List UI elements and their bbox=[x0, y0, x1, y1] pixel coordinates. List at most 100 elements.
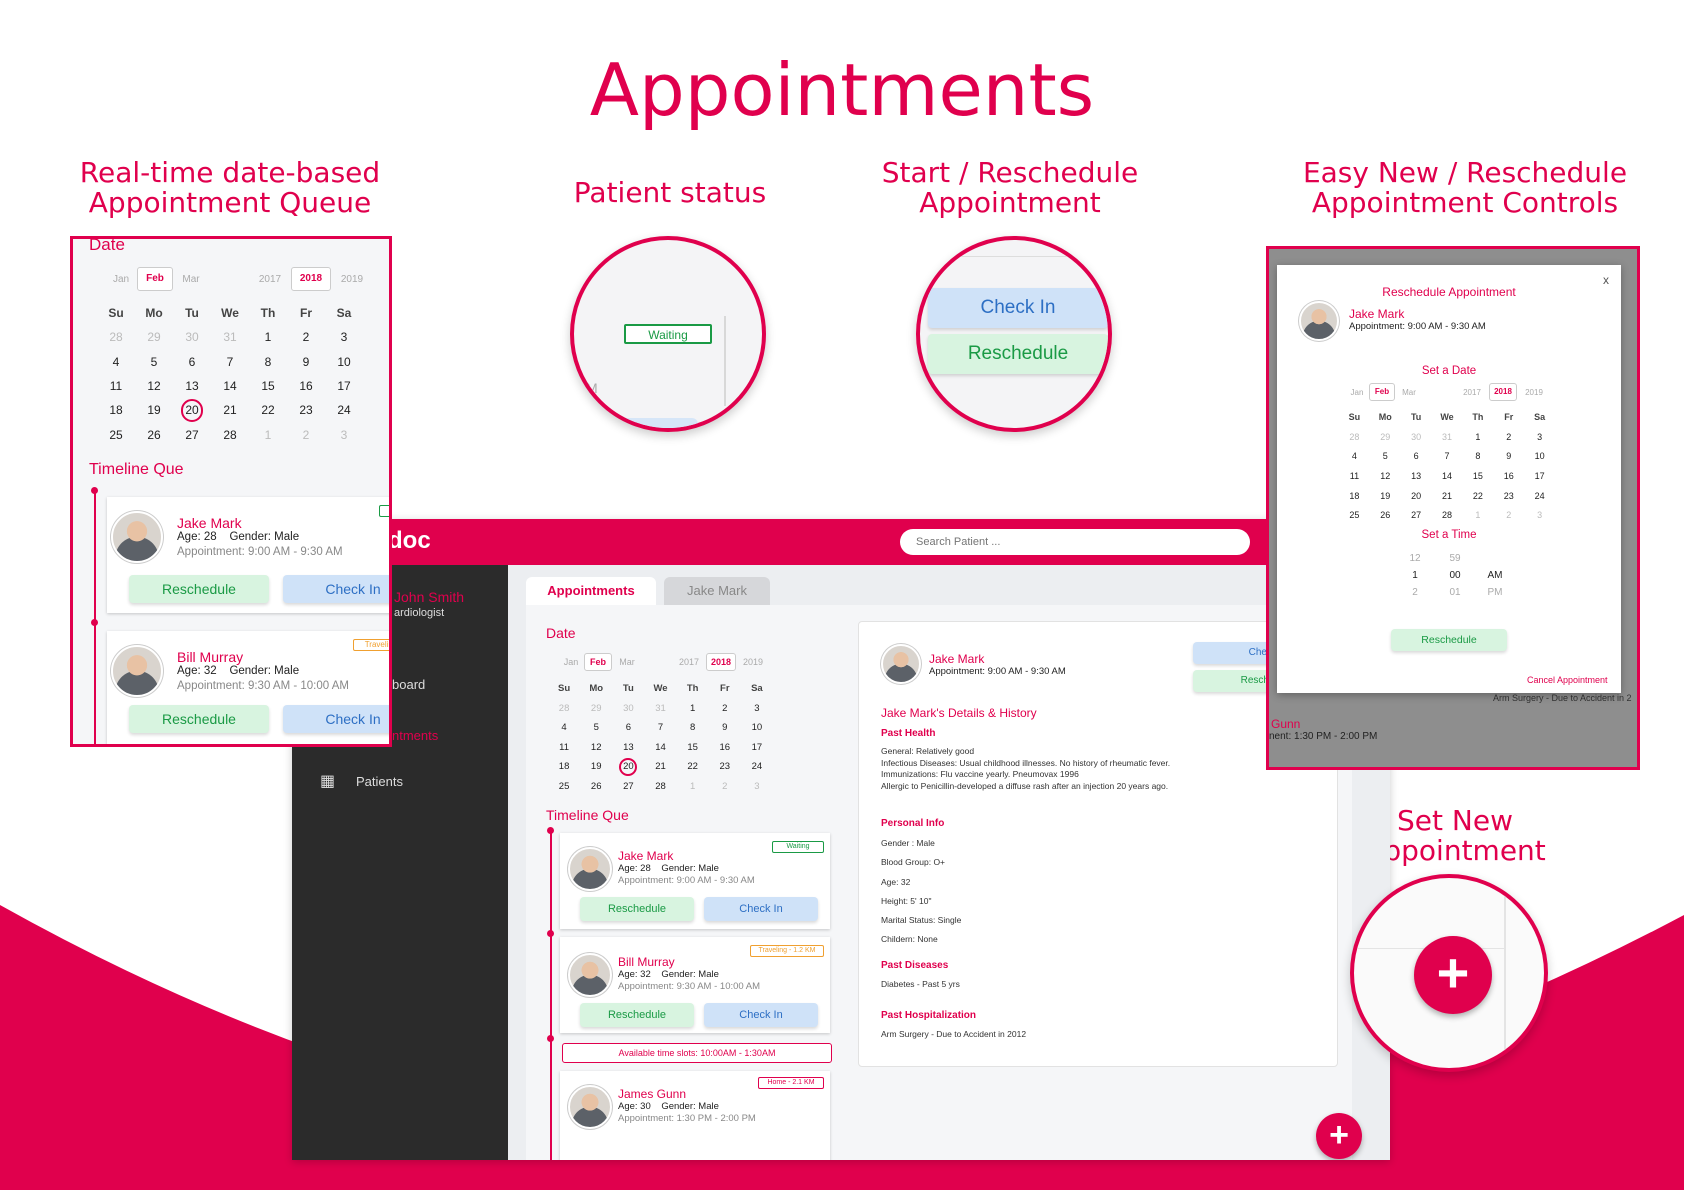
calendar-day[interactable]: 1 bbox=[677, 777, 709, 797]
calendar-day[interactable]: 2 bbox=[287, 422, 325, 446]
calendar-day[interactable]: 21 bbox=[211, 398, 249, 422]
calendar-day[interactable]: 20 bbox=[1401, 486, 1432, 506]
calendar-day[interactable]: 30 bbox=[1401, 427, 1432, 447]
calendar-day[interactable]: 10 bbox=[1524, 446, 1555, 466]
calendar-day[interactable]: 20 bbox=[173, 398, 211, 422]
month-mar[interactable]: Mar bbox=[612, 657, 642, 667]
calendar-day[interactable]: 15 bbox=[1462, 466, 1493, 486]
month-feb[interactable]: Feb bbox=[137, 267, 173, 291]
calendar-day[interactable]: 29 bbox=[135, 325, 173, 349]
reschedule-button[interactable]: Reschedule bbox=[580, 1003, 694, 1027]
calendar-day[interactable]: 21 bbox=[644, 757, 676, 777]
calendar-day[interactable]: 27 bbox=[1401, 505, 1432, 525]
calendar-day[interactable]: 6 bbox=[1401, 446, 1432, 466]
calendar-day[interactable]: 22 bbox=[1462, 486, 1493, 506]
calendar-day[interactable]: 14 bbox=[644, 738, 676, 758]
year-2017[interactable]: 2017 bbox=[1455, 388, 1489, 397]
calendar-day[interactable]: 11 bbox=[548, 738, 580, 758]
year-2019[interactable]: 2019 bbox=[1517, 388, 1551, 397]
calendar-day[interactable]: 8 bbox=[249, 350, 287, 374]
available-slots[interactable]: Available time slots: 10:00AM - 1:30AM bbox=[562, 1043, 832, 1063]
calendar-day[interactable]: 27 bbox=[173, 422, 211, 446]
calendar-day[interactable]: 17 bbox=[741, 738, 773, 758]
calendar-day[interactable]: 18 bbox=[1339, 486, 1370, 506]
nav-appointments[interactable]: ntments bbox=[392, 728, 438, 743]
calendar-day[interactable]: 31 bbox=[644, 699, 676, 719]
calendar-day[interactable]: 28 bbox=[1432, 505, 1463, 525]
add-appointment-button[interactable]: + bbox=[1316, 1113, 1362, 1159]
calendar-day[interactable]: 8 bbox=[677, 718, 709, 738]
reschedule-button[interactable]: Reschedule bbox=[928, 334, 1108, 374]
calendar-day[interactable]: 13 bbox=[612, 738, 644, 758]
calendar-day[interactable]: 3 bbox=[1524, 427, 1555, 447]
calendar-day[interactable]: 25 bbox=[1339, 505, 1370, 525]
calendar-day[interactable]: 2 bbox=[709, 777, 741, 797]
reschedule-button[interactable]: Reschedule bbox=[580, 897, 694, 921]
calendar-day[interactable]: 7 bbox=[211, 350, 249, 374]
calendar-day[interactable]: 9 bbox=[709, 718, 741, 738]
calendar-day[interactable]: 10 bbox=[325, 350, 363, 374]
calendar-day[interactable]: 24 bbox=[1524, 486, 1555, 506]
calendar-day[interactable]: 30 bbox=[173, 325, 211, 349]
calendar-day[interactable]: 3 bbox=[741, 699, 773, 719]
calendar-day[interactable]: 15 bbox=[249, 374, 287, 398]
calendar-day[interactable]: 28 bbox=[548, 699, 580, 719]
calendar-day[interactable]: 1 bbox=[249, 422, 287, 446]
year-2018[interactable]: 2018 bbox=[291, 267, 331, 291]
month-jan[interactable]: Jan bbox=[558, 657, 584, 667]
appointment-card[interactable]: Jake Mark Age: 28 Gender: Male Appointme… bbox=[560, 833, 830, 929]
calendar-day[interactable]: 27 bbox=[612, 777, 644, 797]
calendar-day[interactable]: 17 bbox=[1524, 466, 1555, 486]
calendar-day[interactable]: 19 bbox=[135, 398, 173, 422]
calendar-day[interactable]: 1 bbox=[249, 325, 287, 349]
month-mar[interactable]: Mar bbox=[173, 274, 209, 285]
calendar-day[interactable]: 22 bbox=[249, 398, 287, 422]
calendar-day[interactable]: 31 bbox=[1432, 427, 1463, 447]
year-2019[interactable]: 2019 bbox=[736, 657, 770, 667]
calendar-day[interactable]: 18 bbox=[97, 398, 135, 422]
calendar-day[interactable]: 12 bbox=[1370, 466, 1401, 486]
calendar-day[interactable]: 1 bbox=[1462, 505, 1493, 525]
calendar-day[interactable]: 21 bbox=[1432, 486, 1463, 506]
calendar-day[interactable]: 9 bbox=[1493, 446, 1524, 466]
tab-jake-mark[interactable]: Jake Mark bbox=[664, 577, 770, 605]
calendar-day[interactable]: 11 bbox=[97, 374, 135, 398]
calendar-day[interactable]: 4 bbox=[97, 350, 135, 374]
calendar-day[interactable]: 28 bbox=[211, 422, 249, 446]
calendar-day[interactable]: 31 bbox=[211, 325, 249, 349]
month-feb[interactable]: Feb bbox=[584, 653, 612, 671]
calendar-day[interactable]: 28 bbox=[97, 325, 135, 349]
calendar-day[interactable]: 16 bbox=[1493, 466, 1524, 486]
year-2018[interactable]: 2018 bbox=[706, 653, 736, 671]
calendar-day[interactable]: 2 bbox=[1493, 505, 1524, 525]
month-jan[interactable]: Jan bbox=[105, 274, 137, 285]
appointment-card[interactable]: Bill Murray Age: 32 Gender: Male Appoint… bbox=[560, 937, 830, 1033]
calendar-day[interactable]: 2 bbox=[709, 699, 741, 719]
calendar-day[interactable]: 5 bbox=[135, 350, 173, 374]
calendar-day[interactable]: 8 bbox=[1462, 446, 1493, 466]
calendar-day[interactable]: 4 bbox=[548, 718, 580, 738]
calendar-day[interactable]: 7 bbox=[1432, 446, 1463, 466]
calendar-day[interactable]: 23 bbox=[709, 757, 741, 777]
check-in-button[interactable]: Check In bbox=[283, 705, 389, 733]
search-input[interactable] bbox=[900, 529, 1250, 555]
calendar-day[interactable]: 4 bbox=[1339, 446, 1370, 466]
calendar-day[interactable]: 10 bbox=[741, 718, 773, 738]
reschedule-button[interactable]: Reschedule bbox=[129, 575, 269, 603]
calendar-day[interactable]: 13 bbox=[1401, 466, 1432, 486]
calendar-day[interactable]: 26 bbox=[580, 777, 612, 797]
nav-dashboard[interactable]: board bbox=[392, 677, 425, 692]
year-2018[interactable]: 2018 bbox=[1489, 383, 1517, 401]
calendar-day[interactable]: 3 bbox=[741, 777, 773, 797]
calendar-day[interactable]: 2 bbox=[287, 325, 325, 349]
month-mar[interactable]: Mar bbox=[1395, 388, 1423, 397]
nav-patients[interactable]: Patients bbox=[356, 774, 403, 789]
calendar-day[interactable]: 3 bbox=[1524, 505, 1555, 525]
time-picker[interactable]: 12 59 1 00 AM 2 01 PM bbox=[1395, 553, 1515, 607]
calendar-day[interactable]: 26 bbox=[1370, 505, 1401, 525]
calendar-day[interactable]: 1 bbox=[677, 699, 709, 719]
calendar-day[interactable]: 11 bbox=[1339, 466, 1370, 486]
calendar-day[interactable]: 13 bbox=[173, 374, 211, 398]
calendar-day[interactable]: 28 bbox=[1339, 427, 1370, 447]
calendar-day[interactable]: 15 bbox=[677, 738, 709, 758]
